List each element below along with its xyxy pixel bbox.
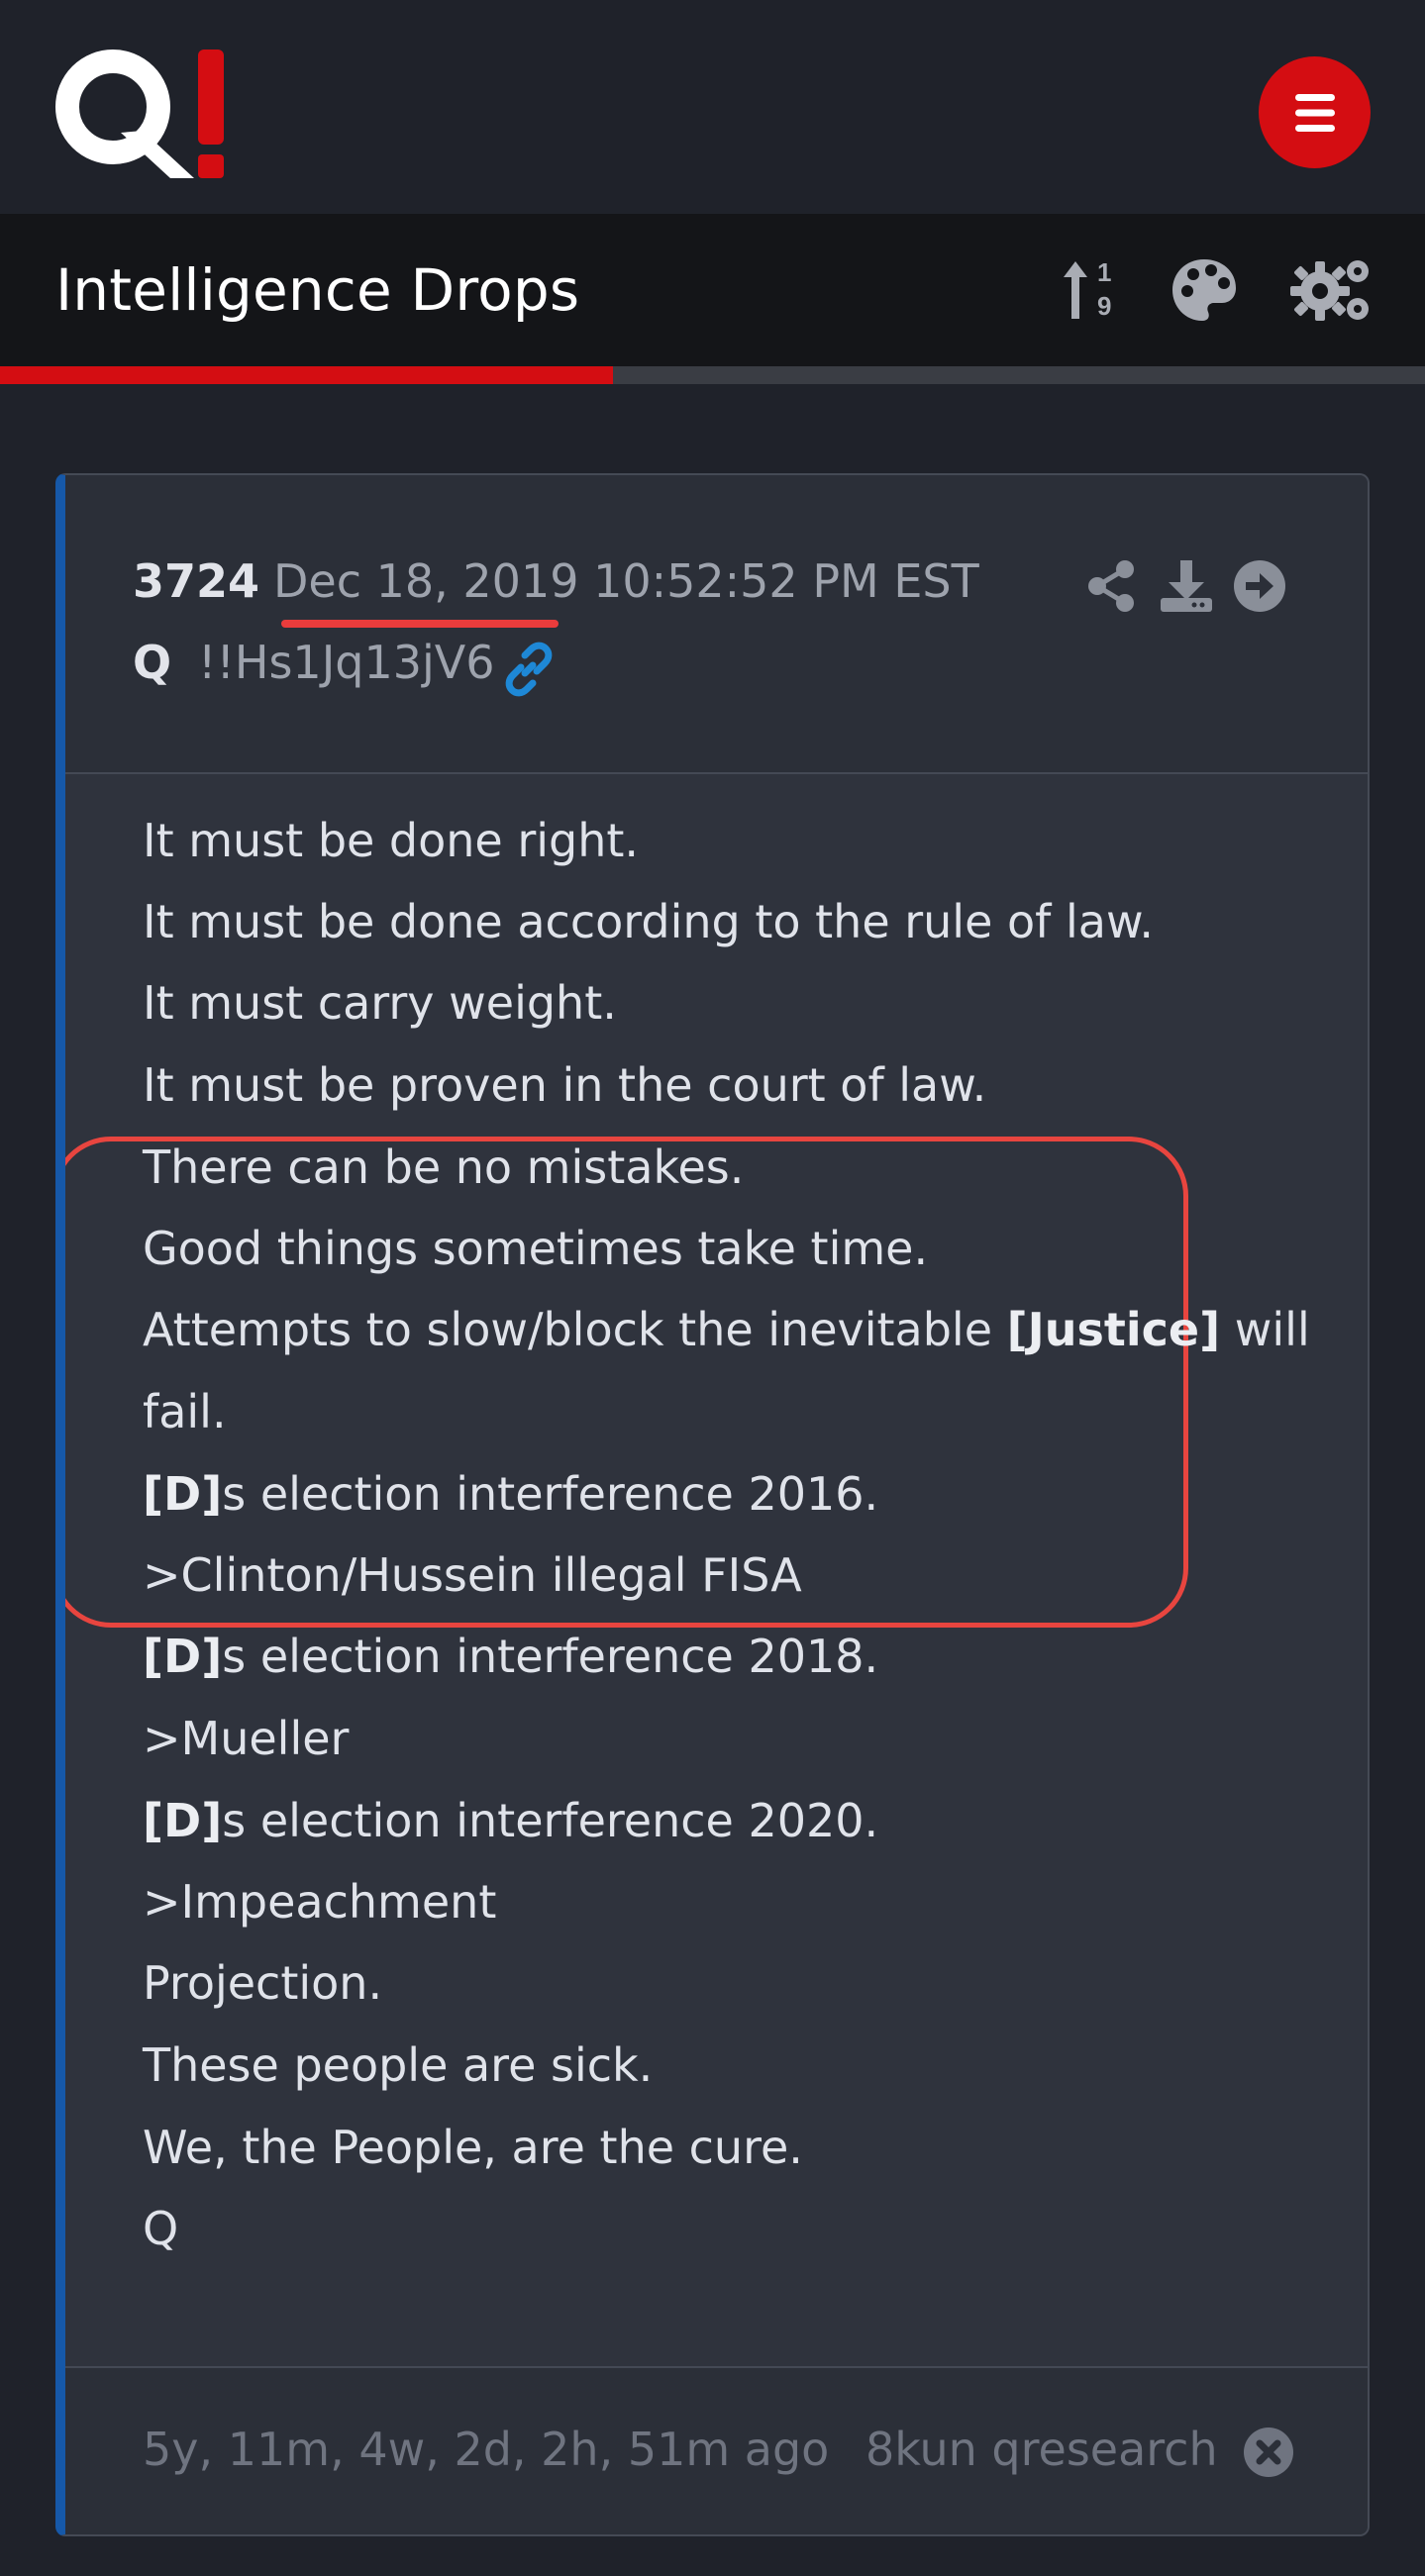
bold-d: [D] — [143, 1794, 223, 1847]
post-line: It must be done according to the rule of… — [143, 895, 1154, 948]
post-elapsed: 5y, 11m, 4w, 2d, 2h, 51m ago — [143, 2423, 830, 2476]
post-line: It must be done right. — [143, 814, 640, 867]
post-source[interactable]: 8kun qresearch — [865, 2423, 1218, 2476]
page-title: Intelligence Drops — [55, 256, 580, 324]
post-footer: 5y, 11m, 4w, 2d, 2h, 51m ago 8kun qresea… — [65, 2366, 1368, 2534]
date-underline-annotation — [281, 620, 559, 628]
palette-icon — [1172, 259, 1236, 321]
post-line: fail. — [143, 1385, 227, 1438]
text-segment: will — [1220, 1303, 1310, 1356]
settings-button[interactable] — [1290, 246, 1374, 335]
share-icon[interactable] — [1083, 558, 1139, 614]
post-line: Attempts to slow/block the inevitable [J… — [143, 1303, 1310, 1356]
text-segment: s election interference 2020. — [222, 1794, 879, 1847]
post-line: >Mueller — [143, 1712, 350, 1765]
post-line: It must be proven in the court of law. — [143, 1058, 987, 1112]
gears-icon — [1290, 260, 1369, 321]
read-progress-bar — [0, 366, 1425, 384]
post-line: [D]s election interference 2018. — [143, 1630, 878, 1683]
menu-button[interactable] — [1259, 56, 1371, 168]
text-segment: s election interference 2016. — [222, 1467, 879, 1521]
link-icon[interactable] — [501, 642, 557, 697]
post-signature: Q — [143, 2202, 179, 2255]
sort-numeric-icon: 1 9 — [1064, 257, 1111, 321]
hamburger-menu-icon — [1294, 93, 1335, 132]
svg-text:1: 1 — [1097, 257, 1111, 287]
post-tripcode: !!Hs1Jq13jV6 — [198, 636, 495, 689]
close-icon[interactable] — [1242, 2426, 1295, 2479]
post-line: Projection. — [143, 1956, 383, 2010]
post-line: [D]s election interference 2020. — [143, 1794, 878, 1847]
post-line: >Impeachment — [143, 1875, 497, 1929]
post-line: These people are sick. — [143, 2038, 654, 2092]
bold-justice: [Justice] — [1006, 1303, 1221, 1356]
post-author: Q — [133, 636, 172, 689]
post-date: Dec 18, 2019 10:52:52 PM EST — [273, 554, 979, 608]
bold-d: [D] — [143, 1630, 223, 1683]
post-header: 3724 Dec 18, 2019 10:52:52 PM EST Q !!Hs… — [65, 475, 1368, 774]
theme-button[interactable] — [1169, 246, 1240, 335]
post-number[interactable]: 3724 — [133, 554, 259, 608]
bold-d: [D] — [143, 1467, 223, 1521]
title-bar: Intelligence Drops 1 9 — [0, 214, 1425, 366]
post-line: Good things sometimes take time. — [143, 1222, 929, 1275]
text-segment: Attempts to slow/block the inevitable — [143, 1303, 1007, 1356]
post-line: It must carry weight. — [143, 976, 617, 1030]
read-progress-fill — [0, 366, 613, 384]
top-bar — [0, 0, 1425, 214]
svg-text:9: 9 — [1097, 291, 1111, 321]
sort-button[interactable]: 1 9 — [1058, 246, 1127, 335]
post-line: [D]s election interference 2016. — [143, 1467, 878, 1521]
post-body: It must be done right. It must be done a… — [65, 774, 1368, 2255]
download-icon[interactable] — [1159, 558, 1214, 614]
q-logo[interactable] — [53, 46, 232, 180]
text-segment: s election interference 2018. — [222, 1630, 879, 1683]
post-card: 3724 Dec 18, 2019 10:52:52 PM EST Q !!Hs… — [55, 473, 1370, 2536]
post-line: There can be no mistakes. — [143, 1140, 745, 1194]
post-line: We, the People, are the cure. — [143, 2121, 803, 2174]
next-arrow-icon[interactable] — [1232, 558, 1287, 614]
post-line: >Clinton/Hussein illegal FISA — [143, 1548, 802, 1602]
